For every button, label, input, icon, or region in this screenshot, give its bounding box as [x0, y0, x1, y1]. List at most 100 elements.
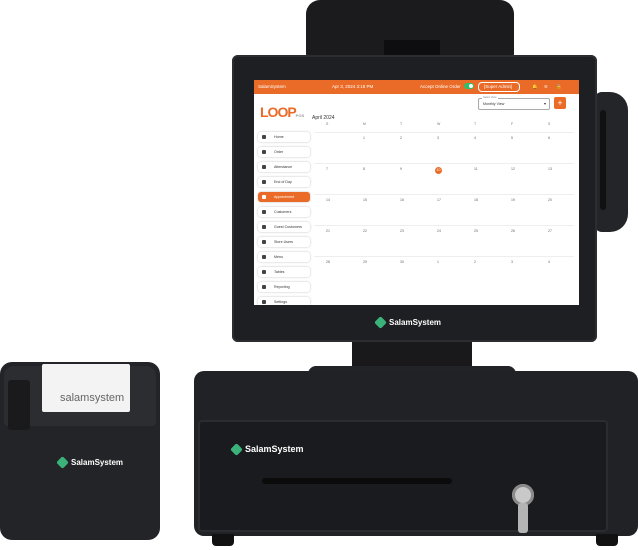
- sidebar-item-appointment[interactable]: Appointment: [258, 192, 310, 202]
- calendar-day[interactable]: 25: [474, 229, 478, 233]
- sidebar-item-tables[interactable]: Tables: [258, 267, 310, 277]
- sidebar-item-order[interactable]: Order: [258, 147, 310, 157]
- calendar-day[interactable]: 21: [326, 229, 330, 233]
- view-select-value: Monthly View: [483, 102, 505, 106]
- sidebar-item-end-of-day[interactable]: End of Day: [258, 177, 310, 187]
- calendar-day[interactable]: 1: [363, 136, 365, 140]
- calendar-day[interactable]: 24: [437, 229, 441, 233]
- drawer-key-icon: [518, 503, 528, 533]
- sidebar-item-label: Guest Customers: [274, 225, 302, 229]
- calendar-day[interactable]: 23: [400, 229, 404, 233]
- calendar-day[interactable]: 18: [474, 198, 478, 202]
- drawer-brand-text: SalamSystem: [245, 444, 304, 454]
- wifi-icon: ≋: [544, 84, 548, 89]
- calendar-day[interactable]: 9: [400, 167, 402, 171]
- monitor-logo: SalamSystem: [374, 316, 441, 329]
- sidebar-item-store-users[interactable]: Store Users: [258, 237, 310, 247]
- view-select[interactable]: Select View Monthly View ▾: [478, 96, 550, 110]
- receipt-text: salamsystem: [60, 392, 125, 404]
- calendar-day[interactable]: 13: [548, 167, 552, 171]
- sidebar-item-menu[interactable]: Menu: [258, 252, 310, 262]
- sidebar-item-label: Tables: [274, 270, 285, 274]
- calendar-today[interactable]: 10: [435, 167, 442, 174]
- chevron-down-icon: ▾: [543, 101, 546, 106]
- add-appointment-button[interactable]: +: [554, 97, 566, 109]
- calendar-day[interactable]: 4: [474, 136, 476, 140]
- calendar-day[interactable]: 17: [437, 198, 441, 202]
- home-icon: [262, 135, 266, 139]
- calendar-day[interactable]: 20: [548, 198, 552, 202]
- top-bar: SalamSystem Apr 3, 2024 3:18 PM Accept O…: [254, 80, 579, 94]
- printer-logo: SalamSystem: [56, 456, 124, 469]
- sidebar-item-label: Order: [274, 150, 284, 154]
- calendar-day[interactable]: 12: [511, 167, 515, 171]
- sidebar-item-label: End of Day: [274, 180, 292, 184]
- moon-icon: [262, 180, 266, 184]
- sidebar-item-label: Settings: [274, 300, 287, 304]
- calendar-day[interactable]: 19: [511, 198, 515, 202]
- guest-icon: [262, 225, 266, 229]
- calendar-day[interactable]: 30: [400, 260, 404, 264]
- status-text: [Super Admin]: [484, 84, 513, 89]
- sidebar-item-settings[interactable]: Settings: [258, 297, 310, 305]
- lock-icon[interactable]: 🔒: [556, 84, 562, 90]
- app-logo: LOOPPOS: [260, 104, 305, 120]
- drawer-foot: [212, 534, 234, 546]
- calendar-day[interactable]: 16: [400, 198, 404, 202]
- sidebar-item-label: Home: [274, 135, 284, 139]
- calendar-icon: [262, 195, 266, 199]
- sidebar-item-reporting[interactable]: Reporting: [258, 282, 310, 292]
- calendar-day[interactable]: 14: [326, 198, 330, 202]
- calendar-day[interactable]: 6: [548, 136, 550, 140]
- calendar-day[interactable]: 26: [511, 229, 515, 233]
- accept-online-order-toggle[interactable]: [464, 83, 474, 89]
- calendar-day[interactable]: 27: [548, 229, 552, 233]
- calendar-row-divider: [314, 194, 574, 195]
- cash-drawer-slot: [262, 478, 452, 484]
- sidebar-item-guest-customers[interactable]: Guest Customers: [258, 222, 310, 232]
- calendar-day[interactable]: 11: [474, 167, 478, 171]
- weekday-header: T: [400, 122, 403, 126]
- receipt-paper: [42, 364, 130, 412]
- calendar-day[interactable]: 28: [326, 260, 330, 264]
- calendar-check-icon: [262, 165, 266, 169]
- weekday-header: W: [437, 122, 441, 126]
- calendar-day[interactable]: 3: [437, 136, 439, 140]
- printer-brand-text: SalamSystem: [71, 458, 124, 467]
- printer-controls[interactable]: [8, 380, 30, 430]
- cash-drawer-front: [198, 420, 608, 532]
- calendar-row-divider: [314, 132, 574, 133]
- calendar-day[interactable]: 2: [400, 136, 402, 140]
- view-select-label: Select View: [482, 96, 498, 99]
- sidebar-item-attendance[interactable]: Attendance: [258, 162, 310, 172]
- calendar-day[interactable]: 3: [511, 260, 513, 264]
- sidebar-item-label: Store Users: [274, 240, 293, 244]
- weekday-header: S: [326, 122, 329, 126]
- pos-screen: SalamSystem Apr 3, 2024 3:18 PM Accept O…: [254, 80, 579, 305]
- notification-icon[interactable]: 🔔: [532, 84, 538, 90]
- calendar-month-title: April 2024: [312, 115, 335, 121]
- calendar-day[interactable]: 2: [474, 260, 476, 264]
- calendar-day[interactable]: 5: [511, 136, 513, 140]
- calendar-day[interactable]: 29: [363, 260, 367, 264]
- sidebar-item-label: Menu: [274, 255, 283, 259]
- calendar-row-divider: [314, 163, 574, 164]
- calendar-row-divider: [314, 225, 574, 226]
- sidebar-item-label: Customers: [274, 210, 292, 214]
- brand-mark-icon: [56, 456, 69, 469]
- weekday-header: T: [474, 122, 477, 126]
- sidebar-item-home[interactable]: Home: [258, 132, 310, 142]
- topbar-datetime: Apr 3, 2024 3:18 PM: [332, 84, 374, 89]
- table-icon: [262, 270, 266, 274]
- calendar-day[interactable]: 7: [326, 167, 328, 171]
- gear-icon: [262, 300, 266, 304]
- calendar-day[interactable]: 1: [437, 260, 439, 264]
- calendar-day[interactable]: 8: [363, 167, 365, 171]
- cart-icon: [262, 150, 266, 154]
- calendar-day[interactable]: 4: [548, 260, 550, 264]
- drawer-logo: SalamSystem: [230, 442, 304, 456]
- sidebar-item-customers[interactable]: Customers: [258, 207, 310, 217]
- calendar-day[interactable]: 22: [363, 229, 367, 233]
- calendar-day[interactable]: 15: [363, 198, 367, 202]
- brand-mark-icon: [374, 316, 387, 329]
